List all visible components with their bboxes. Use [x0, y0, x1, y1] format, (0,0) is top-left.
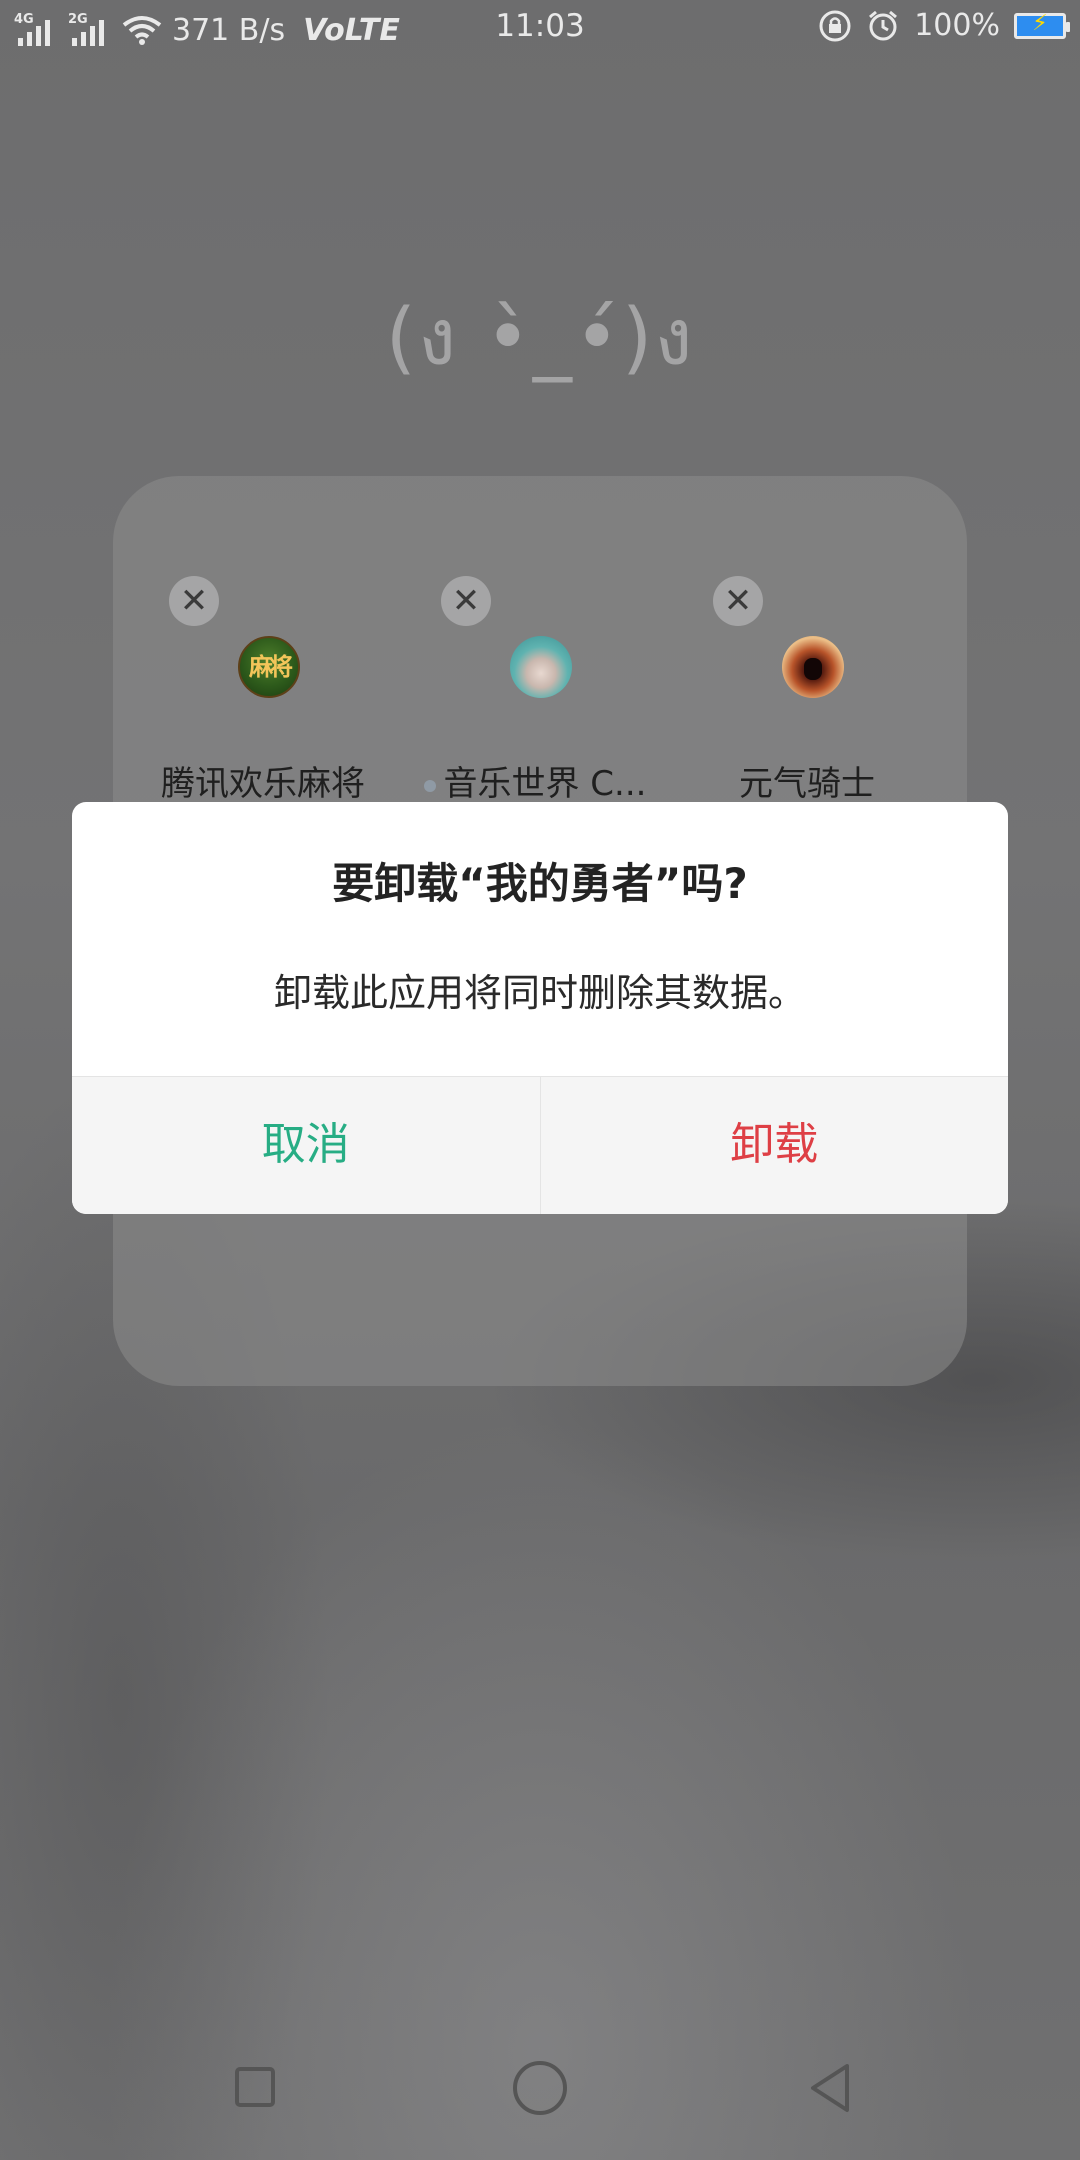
app-label: 音乐世界 C...	[443, 764, 647, 804]
music-world-app-icon[interactable]	[510, 636, 572, 698]
dialog-buttons: 取消 卸载	[72, 1076, 1008, 1214]
dialog-title: 要卸载“我的勇者”吗?	[332, 859, 748, 908]
status-bar: 4G 2G 371 B/s VoLTE 11:03 100% ⚡	[0, 0, 1080, 56]
battery-charging-icon: ⚡	[1014, 11, 1070, 39]
navigation-bar	[0, 2040, 1080, 2140]
mahjong-icon-text: 麻将	[249, 653, 293, 681]
recent-apps-icon[interactable]	[235, 2067, 275, 2107]
uninstall-button[interactable]: 卸载	[541, 1077, 1009, 1214]
alarm-icon	[869, 10, 898, 40]
app-label: 元气骑士	[739, 764, 875, 804]
folder-app-music-world[interactable]: ✕ 音乐世界 C...	[385, 526, 655, 804]
folder-kaomoji: (ง •̀_•́)ง	[385, 293, 695, 383]
dialog-message: 卸载此应用将同时删除其数据。	[273, 971, 806, 1015]
cancel-button[interactable]: 取消	[72, 1077, 541, 1214]
app-label-wrap: 音乐世界 C...	[380, 756, 690, 805]
soul-knight-app-icon[interactable]	[782, 636, 844, 698]
status-right: 100% ⚡	[818, 8, 1070, 43]
home-icon[interactable]	[513, 2061, 567, 2115]
folder-app-mahjong[interactable]: ✕ 麻将 腾讯欢乐麻将	[113, 526, 383, 804]
battery-percent: 100%	[914, 8, 1000, 43]
uninstall-dialog: 要卸载“我的勇者”吗? 卸载此应用将同时删除其数据。 取消 卸载	[72, 802, 1008, 1214]
close-icon[interactable]: ✕	[169, 576, 219, 626]
new-indicator-dot	[423, 779, 436, 792]
mahjong-app-icon[interactable]: 麻将	[238, 636, 300, 698]
folder-app-soul-knight[interactable]: ✕ 元气骑士	[657, 526, 927, 804]
close-icon[interactable]: ✕	[441, 576, 491, 626]
back-icon[interactable]	[805, 2060, 855, 2116]
close-icon[interactable]: ✕	[713, 576, 763, 626]
lock-rotation-icon	[819, 10, 851, 41]
app-label: 腾讯欢乐麻将	[161, 764, 365, 804]
